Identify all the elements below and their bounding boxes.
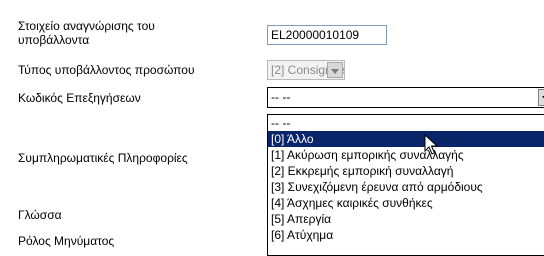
message-role-label: Ρόλος Μηνύματος (18, 234, 115, 248)
dropdown-option-2[interactable]: [2] Εκκρεμής εμπορική συναλλαγή (268, 163, 544, 179)
dropdown-option-5[interactable]: [5] Απεργία (268, 211, 544, 227)
dropdown-option-4[interactable]: [4] Άσχημες καιρικές συνθήκες (268, 195, 544, 211)
chevron-down-icon (327, 62, 343, 78)
dropdown-option-0-other[interactable]: [0] Άλλο (268, 131, 544, 147)
explanation-code-label: Κωδικός Επεξηγήσεων (18, 91, 141, 105)
explanation-code-select[interactable]: -- -- (267, 87, 544, 108)
submitter-type-select: [2] Consignee (267, 60, 345, 80)
explanation-code-value: -- -- (271, 90, 291, 104)
dropdown-option-6[interactable]: [6] Ατύχημα (268, 227, 544, 243)
mouse-pointer-icon (424, 134, 438, 155)
explanation-code-dropdown-list: -- -- [0] Άλλο [1] Ακύρωση εμπορικής συν… (267, 114, 544, 256)
submitter-type-label: Τύπος υποβάλλοντος προσώπου (18, 63, 195, 77)
submitter-id-input[interactable]: EL20000010109 (267, 25, 387, 45)
dropdown-option-1[interactable]: [1] Ακύρωση εμπορικής συναλλαγής (268, 147, 544, 163)
dropdown-option-3[interactable]: [3] Συνεχιζόμενη έρευνα από αρμόδιους (268, 179, 544, 195)
dropdown-option-none[interactable]: -- -- (268, 115, 544, 131)
submitter-id-label: Στοιχείο αναγνώρισης του υποβάλλοντα (18, 19, 155, 47)
supplementary-info-label: Συμπληρωματικές Πληροφορίες (18, 151, 188, 165)
chevron-down-icon[interactable] (538, 89, 544, 106)
language-label: Γλώσσα (18, 208, 62, 222)
